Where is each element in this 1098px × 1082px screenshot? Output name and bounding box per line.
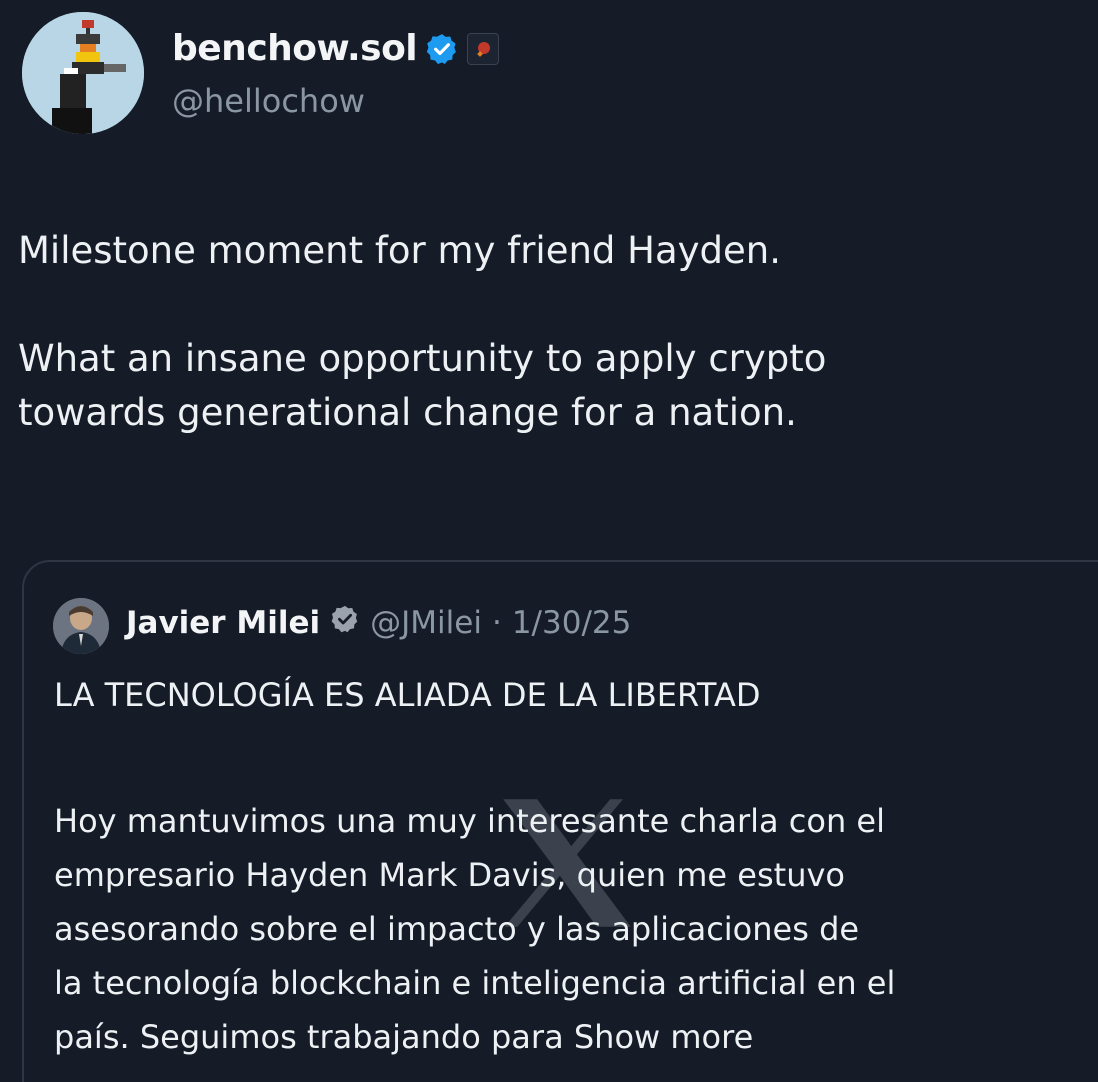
author-name-row: benchow.sol	[172, 28, 500, 69]
quoted-title: LA TECNOLOGÍA ES ALIADA DE LA LIBERTAD	[54, 676, 761, 714]
quoted-header: Javier Milei @JMilei · 1/30/25	[126, 604, 631, 642]
author-handle[interactable]: @hellochow	[172, 82, 365, 120]
quoted-body-line-last: país. Seguimos trabajando para Show more	[54, 1010, 1084, 1064]
quoted-handle[interactable]: @JMilei	[370, 605, 482, 641]
quoted-display-name[interactable]: Javier Milei	[126, 605, 320, 641]
separator-dot: ·	[491, 605, 502, 641]
quoted-body-line: país. Seguimos trabajando para	[54, 1018, 564, 1056]
author-display-name[interactable]: benchow.sol	[172, 28, 418, 69]
verified-badge-gray-icon	[330, 604, 360, 642]
pixel-art-avatar-icon	[22, 12, 144, 134]
quoted-date[interactable]: 1/30/25	[512, 605, 632, 641]
tweet-text: Milestone moment for my friend Hayden. W…	[18, 224, 1078, 440]
quoted-body-line: la tecnología blockchain e inteligencia …	[54, 964, 896, 1002]
affiliate-badge-icon[interactable]	[467, 32, 500, 65]
author-avatar[interactable]	[22, 12, 144, 134]
show-more-link[interactable]: Show more	[574, 1018, 753, 1056]
quoted-body-line: empresario Hayden Mark Davis, quien me e…	[54, 856, 845, 894]
verified-badge-icon[interactable]	[425, 32, 459, 66]
tweet-line: What an insane opportunity to apply cryp…	[18, 337, 827, 380]
quoted-body-line: asesorando sobre el impacto y las aplica…	[54, 910, 860, 948]
person-avatar-icon	[53, 598, 109, 654]
quoted-body-line: Hoy mantuvimos una muy interesante charl…	[54, 802, 885, 840]
quoted-body: Hoy mantuvimos una muy interesante charl…	[54, 794, 1084, 1064]
tweet-line: towards generational change for a nation…	[18, 391, 797, 434]
tweet-line: Milestone moment for my friend Hayden.	[18, 229, 782, 272]
quoted-author-avatar[interactable]	[53, 598, 109, 654]
